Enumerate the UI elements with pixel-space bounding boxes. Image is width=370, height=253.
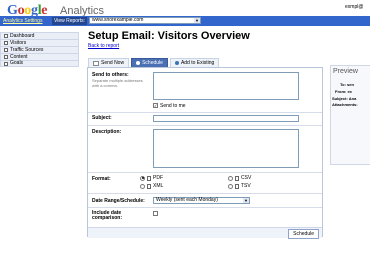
preview-title: Preview bbox=[333, 68, 358, 75]
format-label: Format: bbox=[92, 176, 111, 182]
user-email[interactable]: exmpl@ bbox=[345, 4, 363, 10]
site-select-value: www.shorexample.com bbox=[92, 17, 144, 23]
analytics-settings-link[interactable]: Analytics Settings bbox=[3, 18, 42, 24]
add-icon bbox=[174, 61, 179, 65]
traffic-sources-icon bbox=[4, 48, 8, 52]
tsv-file-icon bbox=[235, 183, 239, 189]
sidebar-item-label: Dashboard bbox=[10, 32, 35, 39]
divider bbox=[88, 112, 322, 113]
format-option-label: TSV bbox=[241, 183, 251, 189]
sidebar-item-dashboard[interactable]: Dashboard bbox=[0, 32, 79, 39]
tab-label: Send Now bbox=[101, 60, 125, 66]
preview-panel: Preview To: sen From: ex Subject: Ana At… bbox=[330, 65, 370, 165]
send-to-textarea[interactable] bbox=[153, 72, 299, 100]
radio-button[interactable] bbox=[228, 183, 233, 189]
send-to-me-label: Send to me bbox=[160, 103, 186, 109]
preview-to: To: sen bbox=[340, 82, 354, 87]
format-option-label: XML bbox=[153, 183, 164, 189]
format-option-csv[interactable]: CSV bbox=[228, 175, 251, 181]
divider bbox=[88, 125, 322, 126]
date-range-select[interactable]: Weekly (sent each Monday) ▼ bbox=[153, 197, 250, 204]
chevron-down-icon: ▼ bbox=[243, 198, 249, 203]
envelope-icon bbox=[93, 60, 99, 66]
tab-add-to-existing[interactable]: Add to Existing bbox=[169, 58, 220, 67]
include-comparison-label: Include date comparison: bbox=[92, 210, 123, 221]
tab-schedule[interactable]: Schedule bbox=[131, 58, 168, 67]
format-option-tsv[interactable]: TSV bbox=[228, 183, 251, 189]
description-label: Description: bbox=[92, 129, 122, 135]
page-title: Setup Email: Visitors Overview bbox=[88, 30, 250, 42]
description-textarea[interactable] bbox=[153, 129, 299, 168]
goals-icon bbox=[4, 61, 8, 66]
back-to-report-link[interactable]: Back to report bbox=[88, 43, 119, 49]
email-tabs: Send Now Schedule Add to Existing bbox=[88, 58, 220, 67]
radio-button[interactable] bbox=[140, 183, 145, 189]
format-option-xml[interactable]: XML bbox=[140, 183, 163, 189]
divider bbox=[88, 193, 322, 194]
sidebar-item-visitors[interactable]: Visitors bbox=[0, 39, 79, 46]
date-range-value: Weekly (sent each Monday) bbox=[156, 197, 218, 203]
xml-file-icon bbox=[147, 183, 151, 189]
format-option-pdf[interactable]: PDF bbox=[140, 175, 163, 181]
radio-button[interactable] bbox=[228, 175, 233, 181]
radio-selected[interactable] bbox=[140, 175, 145, 181]
sidebar-item-label: Traffic Sources bbox=[10, 46, 44, 53]
divider bbox=[88, 207, 322, 208]
pdf-file-icon bbox=[147, 175, 151, 181]
sidebar: Dashboard Visitors Traffic Sources Conte… bbox=[0, 32, 79, 67]
sidebar-item-label: Visitors bbox=[10, 39, 27, 46]
send-to-hint: Separate multiple addresses with a comma… bbox=[92, 78, 143, 88]
csv-file-icon bbox=[235, 175, 239, 181]
site-select[interactable]: www.shorexample.com ▼ bbox=[89, 17, 201, 24]
preview-attachments: Attachments: bbox=[332, 102, 358, 107]
schedule-email-form: Send to others: Separate multiple addres… bbox=[87, 67, 323, 239]
preview-from: From: ex bbox=[335, 89, 352, 94]
tab-label: Add to Existing bbox=[180, 60, 215, 66]
date-range-label: Date Range/Schedule: bbox=[92, 198, 145, 204]
tab-label: Schedule bbox=[142, 60, 163, 66]
sidebar-item-label: Goals bbox=[10, 60, 24, 66]
visitors-icon bbox=[4, 41, 8, 45]
content-icon bbox=[4, 55, 8, 59]
sidebar-item-goals[interactable]: Goals bbox=[0, 60, 79, 67]
schedule-button[interactable]: Schedule bbox=[288, 229, 319, 239]
format-option-label: CSV bbox=[241, 175, 252, 181]
format-option-label: PDF bbox=[153, 175, 163, 181]
dashboard-icon bbox=[4, 34, 8, 38]
chevron-down-icon: ▼ bbox=[194, 18, 200, 23]
sidebar-item-traffic-sources[interactable]: Traffic Sources bbox=[0, 46, 79, 53]
view-reports-label: View Reports: bbox=[52, 17, 88, 25]
subject-label: Subject: bbox=[92, 115, 112, 121]
include-comparison-checkbox[interactable] bbox=[153, 211, 158, 216]
divider bbox=[88, 172, 322, 173]
clock-icon bbox=[136, 61, 141, 65]
tab-send-now[interactable]: Send Now bbox=[88, 58, 130, 67]
preview-subject: Subject: Ana bbox=[332, 96, 357, 101]
send-to-me-checkbox[interactable]: ✓ bbox=[153, 103, 158, 108]
form-footer: Schedule bbox=[88, 227, 322, 239]
subject-input[interactable] bbox=[153, 115, 299, 122]
sidebar-item-content[interactable]: Content bbox=[0, 53, 79, 60]
